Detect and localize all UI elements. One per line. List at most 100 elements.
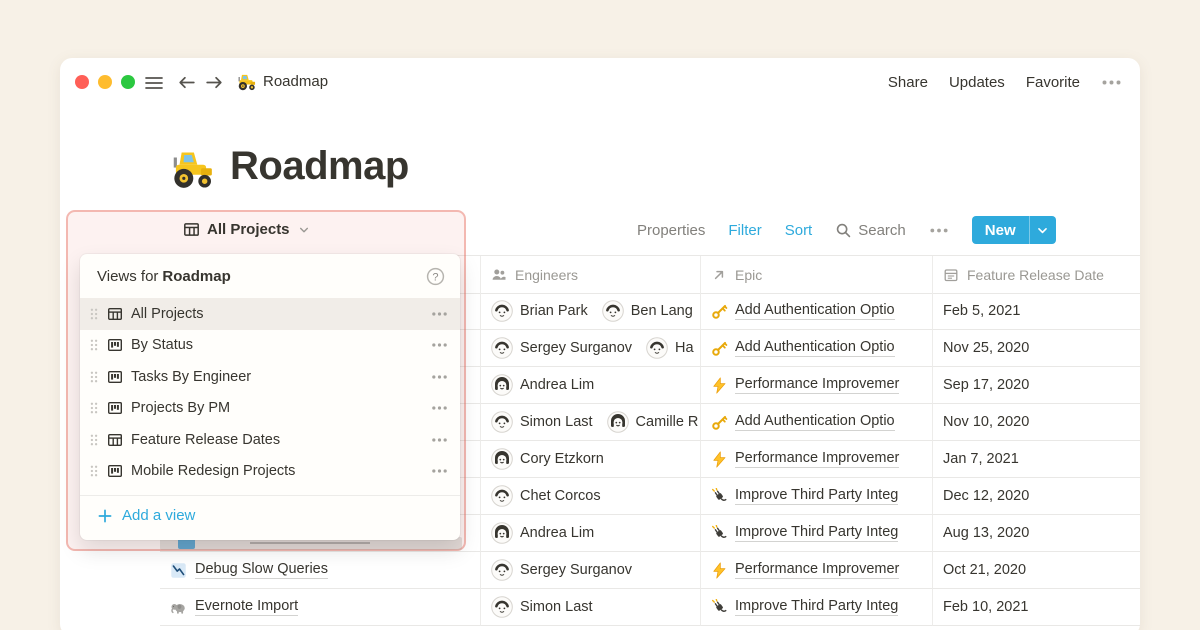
epic-page-link[interactable]: Add Authentication Optio [735,339,895,357]
column-header-engineers[interactable]: Engineers [480,256,700,294]
epic-cell[interactable]: Improve Third Party Integ [700,515,932,552]
forward-arrow-icon[interactable] [204,74,225,91]
drag-handle-icon[interactable] [89,401,99,415]
close-window-icon[interactable] [75,75,89,89]
epic-cell[interactable]: Improve Third Party Integ [700,478,932,515]
sort-button[interactable]: Sort [785,222,813,239]
view-item-tasks-by-engineer[interactable]: Tasks By Engineer [80,361,460,393]
epic-cell[interactable]: Performance Improvemer [700,441,932,478]
project-page-link[interactable]: Evernote Import [195,598,298,616]
epic-cell[interactable]: Performance Improvemer [700,367,932,404]
release-date-cell[interactable]: Nov 10, 2020 [932,404,1140,441]
epic-cell[interactable]: Add Authentication Optio [700,330,932,367]
drag-handle-icon[interactable] [89,464,99,478]
help-question-icon[interactable]: ? [426,267,445,286]
engineer-chip[interactable]: Andrea Lim [491,522,594,544]
drag-handle-icon[interactable] [89,338,99,352]
view-item-more-icon[interactable] [431,437,448,443]
epic-page-link[interactable]: Performance Improvemer [735,376,899,394]
view-item-more-icon[interactable] [431,468,448,474]
epic-cell[interactable]: Add Authentication Optio [700,293,932,330]
release-date-cell[interactable]: Oct 21, 2020 [932,552,1140,589]
page-tractor-icon[interactable] [168,146,214,192]
engineer-name: Brian Park [520,303,588,319]
view-item-projects-by-pm[interactable]: Projects By PM [80,393,460,425]
view-selector-button[interactable]: All Projects [183,221,311,238]
release-date-cell[interactable]: Feb 10, 2021 [932,589,1140,626]
engineer-chip[interactable]: Ben Lang [602,300,693,322]
view-item-mobile-redesign-projects[interactable]: Mobile Redesign Projects [80,456,460,488]
properties-button[interactable]: Properties [637,222,705,239]
epic-page-link[interactable]: Improve Third Party Integ [735,524,898,542]
engineer-chip[interactable]: Ha [646,337,694,359]
epic-cell[interactable]: Add Authentication Optio [700,404,932,441]
updates-button[interactable]: Updates [949,74,1005,91]
engineer-chip[interactable]: Camille R [607,411,699,433]
view-item-more-icon[interactable] [431,374,448,380]
back-arrow-icon[interactable] [176,74,197,91]
engineers-cell[interactable]: Andrea Lim [480,515,700,552]
column-header-epic[interactable]: Epic [700,256,932,294]
view-item-more-icon[interactable] [431,405,448,411]
engineer-chip[interactable]: Sergey Surganov [491,337,632,359]
engineers-cell[interactable]: Sergey Surganov Ha [480,330,700,367]
project-page-link[interactable]: Debug Slow Queries [195,561,328,579]
release-date-cell[interactable]: Feb 5, 2021 [932,293,1140,330]
new-button[interactable]: New [972,216,1056,244]
view-item-more-icon[interactable] [431,342,448,348]
engineers-cell[interactable]: Simon Last Camille R [480,404,700,441]
view-item-all-projects[interactable]: All Projects [80,298,460,330]
release-date-cell[interactable]: Jan 7, 2021 [932,441,1140,478]
column-header-feature-release-date[interactable]: Feature Release Date [932,256,1140,294]
new-button-label[interactable]: New [972,216,1029,244]
toolbar-more-icon[interactable] [929,227,949,234]
release-date-cell[interactable]: Aug 13, 2020 [932,515,1140,552]
favorite-button[interactable]: Favorite [1026,74,1080,91]
share-button[interactable]: Share [888,74,928,91]
engineers-cell[interactable]: Cory Etzkorn [480,441,700,478]
epic-page-link[interactable]: Performance Improvemer [735,450,899,468]
epic-page-link[interactable]: Add Authentication Optio [735,413,895,431]
drag-handle-icon[interactable] [89,370,99,384]
engineers-cell[interactable]: Simon Last [480,589,700,626]
project-name-cell[interactable]: Evernote Import [160,589,480,626]
epic-cell[interactable]: Improve Third Party Integ [700,589,932,626]
add-view-button[interactable]: Add a view [80,496,460,524]
new-button-chevron-down-icon[interactable] [1030,216,1056,244]
view-item-feature-release-dates[interactable]: Feature Release Dates [80,424,460,456]
search-button[interactable]: Search [835,222,906,239]
hamburger-menu-icon[interactable] [145,76,163,90]
filter-button[interactable]: Filter [728,222,761,239]
project-name-cell[interactable]: Debug Slow Queries [160,552,480,589]
column-header-label: Feature Release Date [967,267,1104,283]
engineers-cell[interactable]: Brian Park Ben Lang [480,293,700,330]
more-options-icon[interactable] [1101,79,1122,86]
engineers-cell[interactable]: Andrea Lim [480,367,700,404]
engineers-cell[interactable]: Chet Corcos [480,478,700,515]
breadcrumb[interactable]: Roadmap [263,73,328,90]
view-selector-label: All Projects [207,221,290,238]
epic-page-link[interactable]: Improve Third Party Integ [735,598,898,616]
minimize-window-icon[interactable] [98,75,112,89]
view-item-more-icon[interactable] [431,311,448,317]
release-date-cell[interactable]: Nov 25, 2020 [932,330,1140,367]
epic-page-link[interactable]: Performance Improvemer [735,561,899,579]
release-date-cell[interactable]: Sep 17, 2020 [932,367,1140,404]
engineer-chip[interactable]: Andrea Lim [491,374,594,396]
zoom-window-icon[interactable] [121,75,135,89]
engineer-chip[interactable]: Cory Etzkorn [491,448,604,470]
engineer-chip[interactable]: Simon Last [491,411,593,433]
epic-cell[interactable]: Performance Improvemer [700,552,932,589]
drag-handle-icon[interactable] [89,307,99,321]
engineer-chip[interactable]: Chet Corcos [491,485,601,507]
engineer-chip[interactable]: Simon Last [491,596,593,618]
view-item-by-status[interactable]: By Status [80,330,460,362]
engineer-chip[interactable]: Sergey Surganov [491,559,632,581]
engineer-name: Ha [675,340,694,356]
epic-page-link[interactable]: Add Authentication Optio [735,302,895,320]
engineer-chip[interactable]: Brian Park [491,300,588,322]
release-date-cell[interactable]: Dec 12, 2020 [932,478,1140,515]
engineers-cell[interactable]: Sergey Surganov [480,552,700,589]
drag-handle-icon[interactable] [89,433,99,447]
epic-page-link[interactable]: Improve Third Party Integ [735,487,898,505]
